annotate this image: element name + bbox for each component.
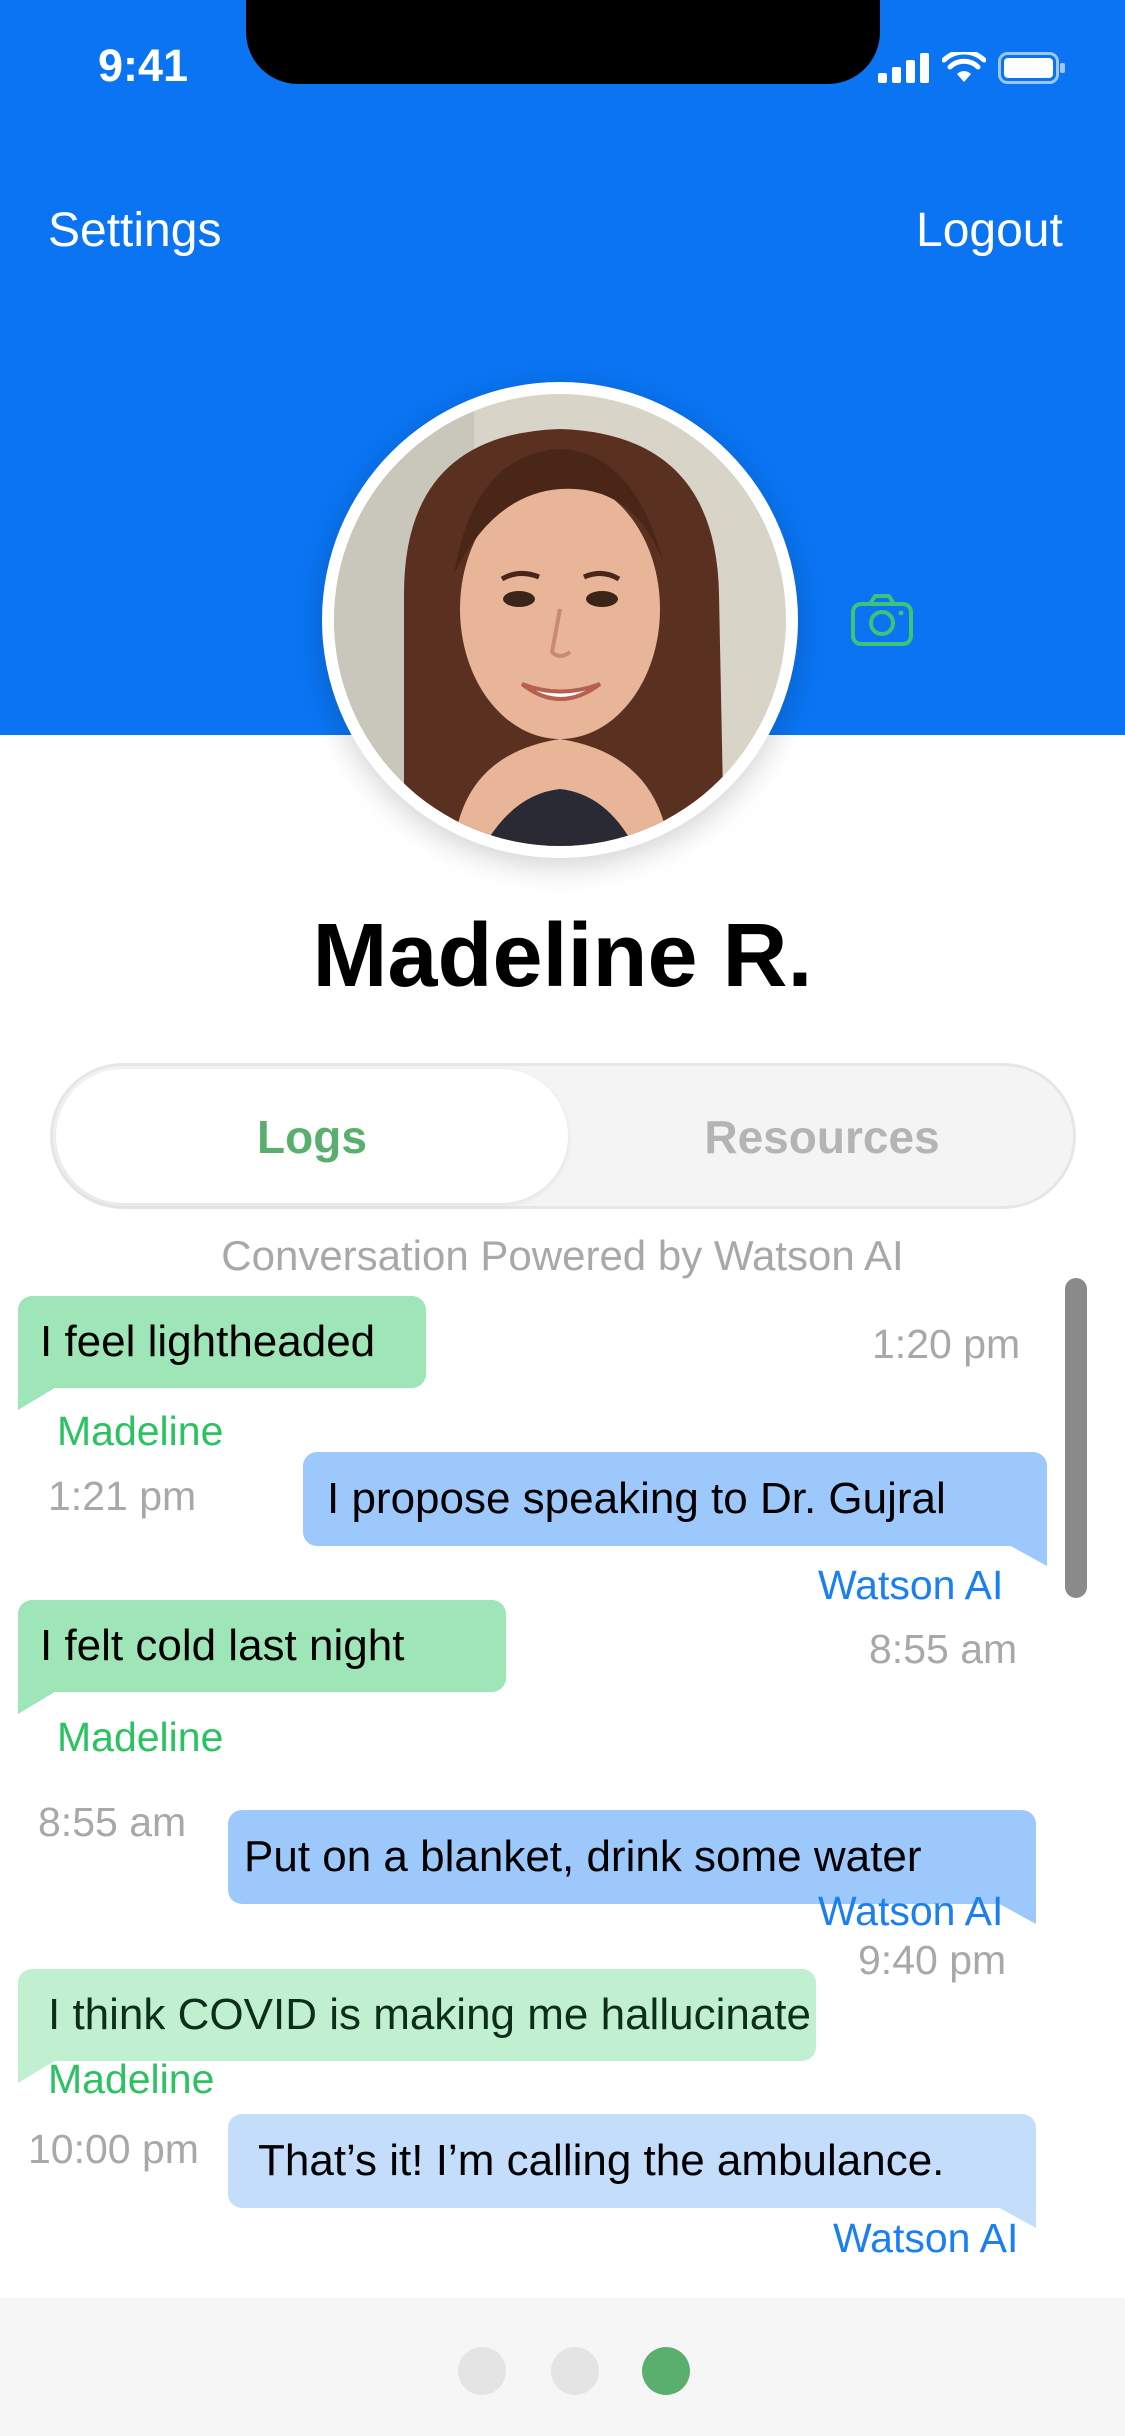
message-bubble-user[interactable]: I felt cold last night	[18, 1600, 506, 1692]
powered-by-label: Conversation Powered by Watson AI	[221, 1232, 904, 1279]
status-icons	[878, 48, 1066, 88]
message-time: 10:00 pm	[28, 2126, 199, 2172]
page-dot-1[interactable]	[458, 2347, 506, 2395]
status-time: 9:41	[98, 40, 189, 91]
signal-icon	[878, 53, 929, 83]
page-dot-2[interactable]	[551, 2347, 599, 2395]
bubble-tail	[18, 1690, 58, 1714]
tab-resources[interactable]: Resources	[571, 1110, 1073, 1164]
message-time: 9:40 pm	[858, 1937, 1007, 1983]
message-sender: Madeline	[57, 1408, 224, 1454]
message-time: 1:20 pm	[872, 1321, 1021, 1367]
message-sender: Watson AI	[818, 1562, 1004, 1608]
avatar-frame[interactable]	[322, 382, 798, 858]
message-sender: Madeline	[57, 1714, 224, 1760]
message-bubble-user[interactable]: I feel lightheaded	[18, 1296, 426, 1388]
tab-switcher: Logs Resources	[50, 1063, 1076, 1209]
tab-logs-label[interactable]: Logs	[53, 1110, 571, 1164]
message-time: 8:55 am	[38, 1799, 187, 1845]
battery-icon	[998, 52, 1065, 84]
message-bubble-ai[interactable]: I propose speaking to Dr. Gujral	[303, 1452, 1047, 1546]
camera-icon[interactable]	[850, 592, 914, 648]
message-bubble-ai[interactable]: That’s it! I’m calling the ambulance.	[228, 2114, 1036, 2208]
settings-button[interactable]: Settings	[48, 203, 221, 258]
bubble-tail	[1007, 1544, 1047, 1566]
message-time: 1:21 pm	[48, 1473, 197, 1519]
page-dot-3-active[interactable]	[642, 2347, 690, 2395]
message-time: 8:55 am	[869, 1626, 1018, 1672]
wifi-icon	[942, 52, 986, 82]
device-notch	[246, 0, 880, 84]
message-sender: Watson AI	[833, 2215, 1019, 2261]
scrollbar[interactable]	[1065, 1278, 1087, 1598]
profile-name: Madeline R.	[312, 906, 813, 1006]
bubble-tail	[18, 1386, 58, 1410]
message-bubble-user[interactable]: I think COVID is making me hallucinate	[18, 1969, 816, 2061]
logout-button[interactable]: Logout	[916, 203, 1063, 258]
avatar	[334, 394, 786, 846]
message-sender: Watson AI	[818, 1888, 1004, 1934]
avatar-portrait	[334, 394, 786, 846]
message-sender: Madeline	[48, 2056, 215, 2102]
